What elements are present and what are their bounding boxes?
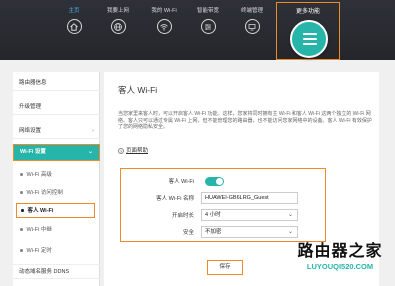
guest-wifi-name-label: 客人 Wi-Fi 名称 xyxy=(156,196,194,202)
duration-row: 开启时长 4 小时 ⌄ xyxy=(121,209,327,223)
menu-icon[interactable] xyxy=(290,20,328,58)
sidebar-item-label: 网络设置 xyxy=(19,128,42,134)
sidebar-item-label: Wi-Fi 设置 xyxy=(20,149,46,155)
page-help-link[interactable]: ? 页面帮助 xyxy=(118,146,148,154)
home-icon xyxy=(66,19,82,34)
sidebar-sub-wifi-repeater[interactable]: Wi-Fi 中继 xyxy=(13,223,100,237)
sidebar-sub-label: Wi-Fi 定时 xyxy=(26,248,52,254)
security-value: 不加密 xyxy=(205,229,222,235)
nav-smart-bandwidth[interactable]: 智能带宽 xyxy=(188,8,228,34)
sidebar-item-label: 动态域名服务 DDNS xyxy=(19,269,70,275)
sidebar-item-network-settings[interactable]: 网络设置 › xyxy=(13,124,100,139)
page-description: 当您家里来客人时，可以开启客人 Wi-Fi 功能。这样，您家将同时拥有主 Wi-… xyxy=(118,111,372,130)
nav-terminal-management[interactable]: 终端管理 xyxy=(232,8,272,34)
bandwidth-icon xyxy=(200,19,216,34)
nav-wifi[interactable]: 我的 Wi-Fi xyxy=(144,8,184,34)
sidebar-item-upgrade[interactable]: 升级管理 xyxy=(13,100,100,115)
nav-wifi-label: 我的 Wi-Fi xyxy=(151,8,177,14)
nav-home-label: 主页 xyxy=(68,8,80,14)
bullet-icon xyxy=(20,249,23,252)
page-title: 客人 Wi-Fi xyxy=(118,85,158,95)
sidebar-item-router-info[interactable]: 路由器信息 xyxy=(13,76,100,91)
nav-home[interactable]: 主页 xyxy=(54,8,94,34)
help-icon: ? xyxy=(118,148,124,154)
guest-wifi-label: 客人 Wi-Fi xyxy=(168,179,194,185)
chevron-right-icon: › xyxy=(92,128,94,134)
top-navigation-bar: 主页 我要上网 我的 Wi-Fi 智能带宽 终端管理 更多功能 xyxy=(0,0,395,60)
page-help-label: 页面帮助 xyxy=(126,148,149,154)
save-button[interactable]: 保存 xyxy=(207,260,243,275)
security-row: 安全 不加密 ⌄ xyxy=(121,226,327,240)
bullet-icon xyxy=(20,228,23,231)
bullet-icon xyxy=(20,173,23,176)
sidebar-sub-wifi-advanced[interactable]: Wi-Fi 高级 xyxy=(13,168,100,182)
guest-wifi-name-row: 客人 Wi-Fi 名称 xyxy=(121,192,327,206)
guest-wifi-form: 客人 Wi-Fi 客人 Wi-Fi 名称 开启时长 4 小时 ⌄ 安全 不加密 … xyxy=(120,168,326,242)
toggle-knob xyxy=(216,178,223,185)
sidebar-sub-label: 客人 Wi-Fi xyxy=(27,208,54,214)
security-select[interactable]: 不加密 ⌄ xyxy=(201,226,298,238)
watermark-title: 路由器之家 xyxy=(297,241,383,260)
nav-internet-label: 我要上网 xyxy=(106,8,129,14)
security-label: 安全 xyxy=(182,230,194,236)
chevron-down-icon: ⌄ xyxy=(287,229,293,235)
sidebar-sub-label: Wi-Fi 中继 xyxy=(26,227,52,233)
duration-value: 4 小时 xyxy=(205,212,221,218)
guest-wifi-name-input[interactable] xyxy=(201,192,298,204)
devices-icon xyxy=(244,19,260,34)
watermark-logo: 路由器之家 LUYOUQI520.COM xyxy=(288,242,392,282)
sidebar: 路由器信息 升级管理 网络设置 › Wi-Fi 设置 ⌄ Wi-Fi 高级 Wi… xyxy=(13,72,100,286)
sidebar-item-ddns[interactable]: 动态域名服务 DDNS xyxy=(13,264,100,279)
guest-wifi-toggle-row: 客人 Wi-Fi xyxy=(121,175,327,189)
more-functions-label: 更多功能 xyxy=(295,9,320,15)
guest-wifi-toggle[interactable] xyxy=(205,177,224,186)
sidebar-sub-wifi-access-control[interactable]: Wi-Fi 访问控制 xyxy=(13,186,100,200)
sidebar-item-label: 路由器信息 xyxy=(19,80,47,86)
save-button-label: 保存 xyxy=(219,264,231,270)
chevron-down-icon: ⌄ xyxy=(287,212,293,218)
watermark-url: LUYOUQI520.COM xyxy=(306,262,374,271)
wifi-icon xyxy=(156,19,172,34)
duration-select[interactable]: 4 小时 ⌄ xyxy=(201,209,298,221)
sidebar-item-wifi-settings[interactable]: Wi-Fi 设置 ⌄ xyxy=(13,144,100,161)
sidebar-sub-guest-wifi[interactable]: 客人 Wi-Fi xyxy=(16,203,95,218)
sidebar-sub-wifi-timer[interactable]: Wi-Fi 定时 xyxy=(13,244,100,258)
globe-icon xyxy=(110,19,126,34)
sidebar-sub-label: Wi-Fi 访问控制 xyxy=(26,190,63,196)
nav-internet[interactable]: 我要上网 xyxy=(98,8,138,34)
bullet-icon xyxy=(20,191,23,194)
sidebar-item-label: 升级管理 xyxy=(19,104,42,110)
chevron-down-icon: ⌄ xyxy=(87,149,93,155)
sidebar-sub-label: Wi-Fi 高级 xyxy=(26,172,52,178)
bullet-icon xyxy=(21,209,24,212)
nav-terminal-label: 终端管理 xyxy=(240,8,263,14)
duration-label: 开启时长 xyxy=(171,213,194,219)
nav-smart-label: 智能带宽 xyxy=(196,8,219,14)
